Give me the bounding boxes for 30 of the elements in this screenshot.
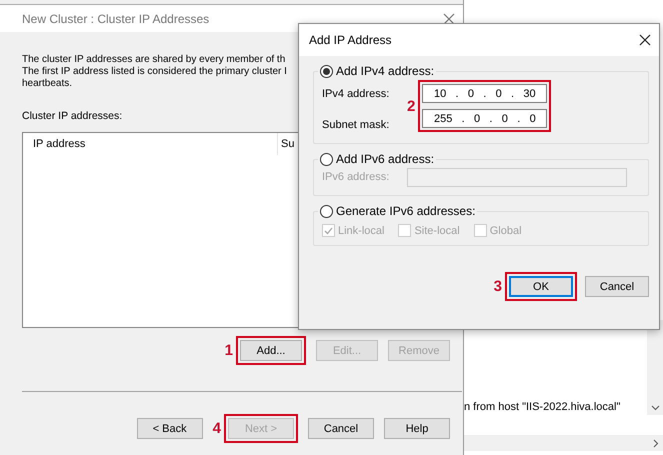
- column-header[interactable]: IP address: [23, 133, 278, 155]
- field-label: IPv6 address:: [322, 170, 390, 185]
- checkmark-icon: [324, 226, 333, 234]
- dialog-button[interactable]: OK: [509, 276, 573, 297]
- ip-input-field[interactable]: 255 . 0 . 0 . 0: [422, 109, 548, 128]
- horizontal-scrollbar[interactable]: [464, 435, 663, 451]
- dialog-title: Add IP Address: [309, 33, 392, 47]
- ip-input-field[interactable]: 10 . 0 . 0 . 30: [422, 84, 548, 103]
- dialog-button[interactable]: Cancel: [585, 276, 649, 297]
- vertical-scrollbar[interactable]: [647, 320, 663, 415]
- field-label: IPv4 address:: [322, 87, 390, 102]
- step-number: 4: [212, 420, 221, 437]
- description-text: The cluster IP addresses are shared by every member of th The first IP address listed is considered the primary cluster I heartbeats.: [22, 54, 287, 90]
- list-action-button[interactable]: Add...: [240, 340, 302, 361]
- wizard-nav-button[interactable]: < Back: [136, 418, 203, 439]
- wizard-nav-button[interactable]: Help: [384, 418, 450, 439]
- radio-button[interactable]: [320, 204, 333, 218]
- log-text: n from host "IIS-2022.hiva.local": [464, 401, 622, 415]
- list-label: Cluster IP addresses:: [22, 110, 122, 122]
- close-icon[interactable]: [639, 34, 651, 46]
- window-title: New Cluster : Cluster IP Addresses: [22, 12, 210, 26]
- chevron-down-icon[interactable]: [650, 405, 660, 411]
- option-label[interactable]: Add IPv4 address:: [336, 64, 434, 78]
- wizard-nav-button[interactable]: Cancel: [308, 418, 374, 439]
- field-label: Subnet mask:: [322, 118, 390, 133]
- chevron-right-icon[interactable]: [653, 438, 659, 448]
- step-number: 2: [407, 98, 416, 114]
- step-number: 3: [494, 278, 502, 295]
- step-number: 1: [224, 342, 233, 359]
- radio-button[interactable]: [320, 64, 333, 78]
